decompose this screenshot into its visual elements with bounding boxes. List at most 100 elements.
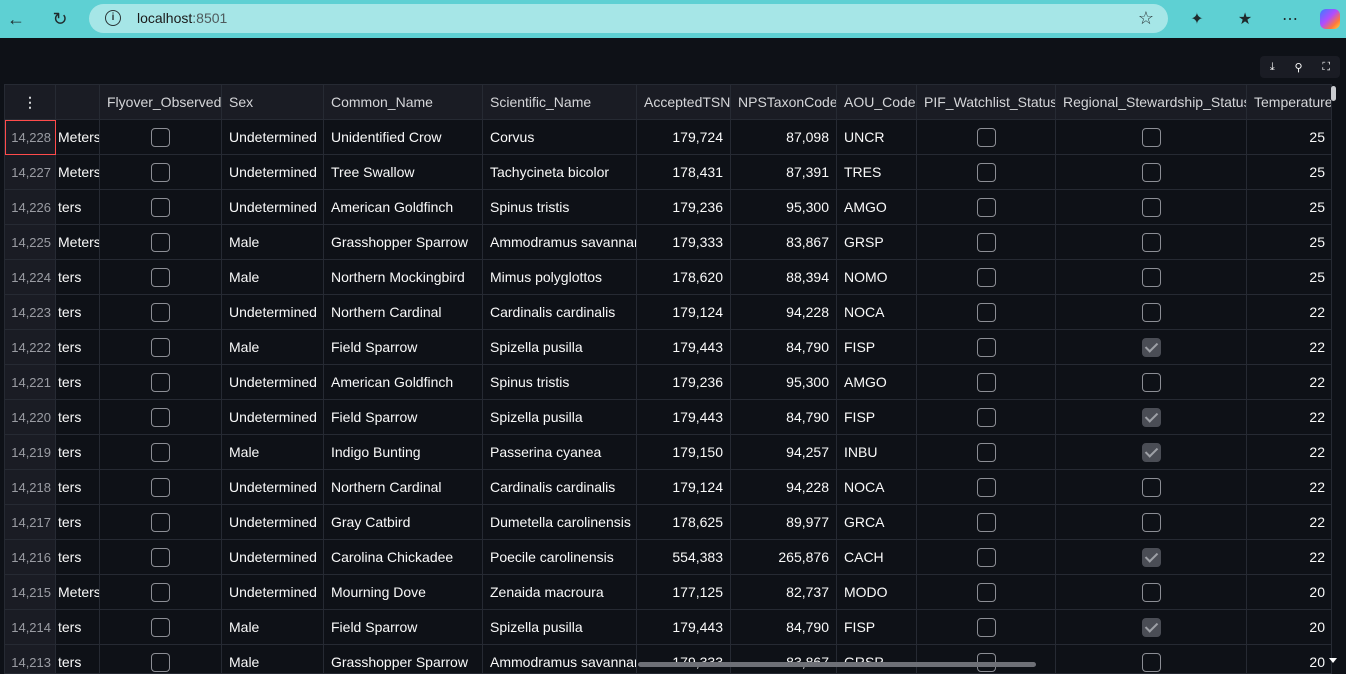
extensions-icon[interactable]: ✦ xyxy=(1184,6,1210,32)
scientific-name-cell[interactable]: Dumetella carolinensis xyxy=(483,505,637,540)
row-index[interactable]: 14,216 xyxy=(5,540,56,575)
common-name-cell[interactable]: Northern Cardinal xyxy=(324,295,483,330)
flyover-observed-cell[interactable] xyxy=(100,295,222,330)
row-index[interactable]: 14,223 xyxy=(5,295,56,330)
checkbox-unchecked[interactable] xyxy=(976,372,996,392)
common-name-cell[interactable]: Northern Cardinal xyxy=(324,470,483,505)
aou-code-cell[interactable]: GRSP xyxy=(837,645,917,673)
checkbox-unchecked[interactable] xyxy=(151,127,170,147)
checkbox-unchecked[interactable] xyxy=(151,267,170,287)
regional-stewardship-cell[interactable] xyxy=(1056,155,1247,190)
checkbox-unchecked[interactable] xyxy=(976,512,996,532)
sex-cell[interactable]: Undetermined xyxy=(222,120,324,155)
scientific-name-cell[interactable]: Spizella pusilla xyxy=(483,610,637,645)
vertical-scrollbar[interactable] xyxy=(1331,86,1336,101)
scientific-name-cell[interactable]: Mimus polyglottos xyxy=(483,260,637,295)
aou-code-cell[interactable]: CACH xyxy=(837,540,917,575)
scientific-name-cell[interactable]: Zenaida macroura xyxy=(483,575,637,610)
temperature-cell[interactable]: 22 xyxy=(1247,540,1331,575)
pif-watchlist-cell[interactable] xyxy=(917,330,1056,365)
pif-watchlist-cell[interactable] xyxy=(917,645,1056,673)
nps-taxon-code-cell[interactable]: 87,391 xyxy=(731,155,837,190)
sex-cell[interactable]: Male xyxy=(222,260,324,295)
common-name-cell[interactable]: Grasshopper Sparrow xyxy=(324,645,483,673)
nps-taxon-code-cell[interactable]: 89,977 xyxy=(731,505,837,540)
scientific-name-cell[interactable]: Spizella pusilla xyxy=(483,400,637,435)
pif-watchlist-cell[interactable] xyxy=(917,505,1056,540)
common-name-cell[interactable]: Field Sparrow xyxy=(324,400,483,435)
nps-taxon-code-cell[interactable]: 95,300 xyxy=(731,190,837,225)
nps-taxon-code-cell[interactable]: 84,790 xyxy=(731,330,837,365)
checkbox-unchecked[interactable] xyxy=(1141,477,1161,497)
distance-cell[interactable]: ters xyxy=(56,365,100,400)
regional-stewardship-cell[interactable] xyxy=(1056,610,1247,645)
accepted-tsn-cell[interactable]: 179,236 xyxy=(637,190,731,225)
common-name-cell[interactable]: Field Sparrow xyxy=(324,330,483,365)
aou-code-cell[interactable]: NOMO xyxy=(837,260,917,295)
checkbox-unchecked[interactable] xyxy=(976,302,996,322)
temperature-cell[interactable]: 25 xyxy=(1247,120,1331,155)
scientific-name-cell[interactable]: Poecile carolinensis xyxy=(483,540,637,575)
table-row[interactable]: 14,220 ters Undetermined Field Sparrow Spize… xyxy=(5,400,1331,435)
table-row[interactable]: 14,228 Meters Undetermined Unidentified Cro… xyxy=(5,120,1331,155)
distance-cell[interactable]: ters xyxy=(56,400,100,435)
nps-taxon-code-cell[interactable]: 95,300 xyxy=(731,365,837,400)
temperature-cell[interactable]: 25 xyxy=(1247,155,1331,190)
sex-cell[interactable]: Male xyxy=(222,330,324,365)
aou-code-cell[interactable]: NOCA xyxy=(837,295,917,330)
aou-code-cell[interactable]: FISP xyxy=(837,330,917,365)
checkbox-unchecked[interactable] xyxy=(1141,197,1161,217)
checkbox-unchecked[interactable] xyxy=(976,547,996,567)
table-row[interactable]: 14,218 ters Undetermined Northern Cardinal C… xyxy=(5,470,1331,505)
accepted-tsn-cell[interactable]: 177,125 xyxy=(637,575,731,610)
checkbox-checked[interactable] xyxy=(1141,337,1161,357)
flyover-observed-cell[interactable] xyxy=(100,610,222,645)
row-index[interactable]: 14,213 xyxy=(5,645,56,673)
regional-stewardship-cell[interactable] xyxy=(1056,295,1247,330)
common-name-cell[interactable]: American Goldfinch xyxy=(324,190,483,225)
aou-code-cell[interactable]: AMGO xyxy=(837,365,917,400)
scientific-name-cell[interactable]: Cardinalis cardinalis xyxy=(483,470,637,505)
distance-cell[interactable]: Meters xyxy=(56,225,100,260)
scientific-name-cell[interactable]: Corvus xyxy=(483,120,637,155)
nps-taxon-code-cell[interactable]: 84,790 xyxy=(731,400,837,435)
accepted-tsn-cell[interactable]: 178,625 xyxy=(637,505,731,540)
temperature-cell[interactable]: 20 xyxy=(1247,610,1331,645)
table-row[interactable]: 14,217 ters Undetermined Gray Catbird Dumete… xyxy=(5,505,1331,540)
column-header[interactable]: AOU_Code xyxy=(837,85,917,120)
accepted-tsn-cell[interactable]: 179,333 xyxy=(637,645,731,673)
horizontal-scrollbar[interactable] xyxy=(638,662,1036,667)
temperature-cell[interactable]: 22 xyxy=(1247,435,1331,470)
row-index[interactable]: 14,219 xyxy=(5,435,56,470)
more-menu-icon[interactable]: ⋯ xyxy=(1277,6,1303,32)
sex-cell[interactable]: Male xyxy=(222,645,324,673)
accepted-tsn-cell[interactable]: 179,124 xyxy=(637,295,731,330)
common-name-cell[interactable]: American Goldfinch xyxy=(324,365,483,400)
temperature-cell[interactable]: 22 xyxy=(1247,505,1331,540)
aou-code-cell[interactable]: MODO xyxy=(837,575,917,610)
checkbox-unchecked[interactable] xyxy=(1141,302,1161,322)
site-info-icon[interactable]: i xyxy=(105,10,121,26)
nps-taxon-code-cell[interactable]: 83,867 xyxy=(731,225,837,260)
common-name-cell[interactable]: Gray Catbird xyxy=(324,505,483,540)
sex-cell[interactable]: Undetermined xyxy=(222,575,324,610)
checkbox-unchecked[interactable] xyxy=(976,127,996,147)
regional-stewardship-cell[interactable] xyxy=(1056,470,1247,505)
checkbox-unchecked[interactable] xyxy=(976,477,996,497)
regional-stewardship-cell[interactable] xyxy=(1056,190,1247,225)
scientific-name-cell[interactable]: Spizella pusilla xyxy=(483,330,637,365)
common-name-cell[interactable]: Tree Swallow xyxy=(324,155,483,190)
table-row[interactable]: 14,213 ters Male Grasshopper Sparrow Ammodra… xyxy=(5,645,1331,673)
common-name-cell[interactable]: Indigo Bunting xyxy=(324,435,483,470)
nps-taxon-code-cell[interactable]: 94,228 xyxy=(731,470,837,505)
nps-taxon-code-cell[interactable]: 94,228 xyxy=(731,295,837,330)
distance-cell[interactable]: ters xyxy=(56,505,100,540)
checkbox-unchecked[interactable] xyxy=(976,232,996,252)
checkbox-unchecked[interactable] xyxy=(1141,512,1161,532)
flyover-observed-cell[interactable] xyxy=(100,645,222,673)
flyover-observed-cell[interactable] xyxy=(100,575,222,610)
flyover-observed-cell[interactable] xyxy=(100,400,222,435)
column-header[interactable]: AcceptedTSN xyxy=(637,85,731,120)
checkbox-unchecked[interactable] xyxy=(151,442,170,462)
sex-cell[interactable]: Undetermined xyxy=(222,470,324,505)
